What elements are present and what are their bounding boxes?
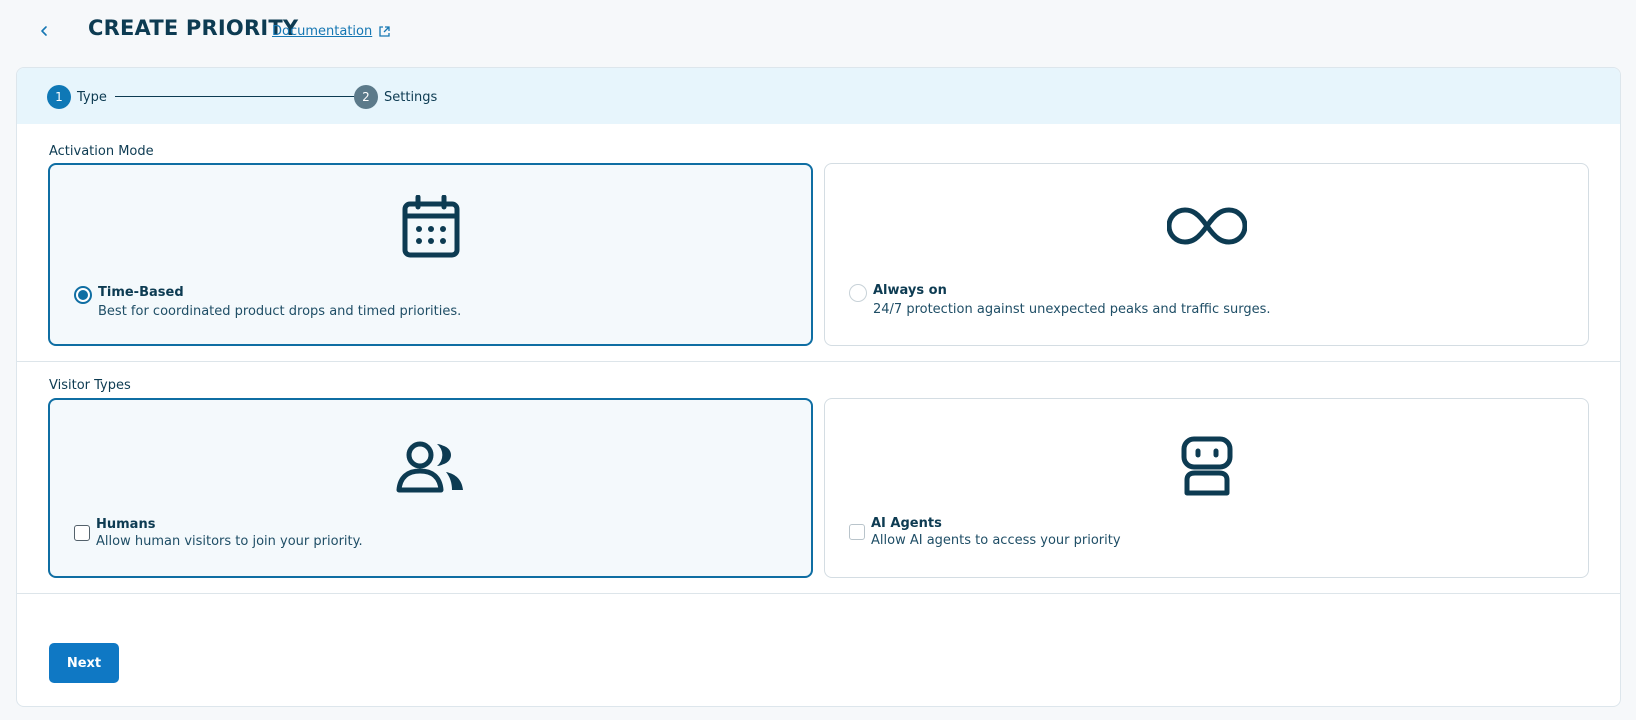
option-row: Humans Allow human visitors to join your…	[74, 517, 363, 549]
stepper: 1 Type 2 Settings	[17, 68, 1620, 124]
option-row: AI Agents Allow AI agents to access your…	[849, 516, 1121, 548]
page-title: CREATE PRIORITY	[88, 16, 299, 40]
chevron-left-icon	[41, 26, 47, 36]
option-row: Time-Based Best for coordinated product …	[74, 285, 461, 319]
activation-mode-label: Activation Mode	[49, 144, 154, 159]
option-title: Time-Based	[98, 285, 184, 300]
step-label: Settings	[384, 89, 438, 105]
visitor-types-label: Visitor Types	[49, 378, 131, 393]
robot-icon	[1181, 436, 1232, 496]
main-card: 1 Type 2 Settings Activation Mode Time-B…	[16, 67, 1621, 707]
time-based-radio[interactable]	[74, 286, 92, 304]
option-always-on[interactable]: Always on 24/7 protection against unexpe…	[824, 163, 1589, 346]
next-button[interactable]: Next	[49, 643, 119, 683]
option-title: AI Agents	[871, 516, 942, 531]
infinity-icon	[1166, 207, 1247, 245]
always-on-radio[interactable]	[849, 284, 867, 302]
option-description: 24/7 protection against unexpected peaks…	[873, 302, 1271, 317]
documentation-link-label: Documentation	[272, 24, 373, 39]
option-text: Time-Based Best for coordinated product …	[98, 285, 461, 319]
section-divider	[17, 361, 1620, 362]
step-number: 1	[47, 85, 71, 109]
option-description: Allow human visitors to join your priori…	[96, 534, 363, 549]
users-icon	[396, 441, 463, 493]
option-text: AI Agents Allow AI agents to access your…	[871, 516, 1121, 548]
step-label: Type	[77, 89, 107, 105]
humans-checkbox[interactable]	[74, 525, 90, 541]
option-title: Humans	[96, 517, 156, 532]
option-description: Best for coordinated product drops and t…	[98, 304, 462, 319]
section-divider	[17, 593, 1620, 594]
option-title: Always on	[873, 283, 947, 298]
ai-agents-checkbox[interactable]	[849, 524, 865, 540]
option-text: Always on 24/7 protection against unexpe…	[873, 283, 1271, 317]
documentation-link[interactable]: Documentation	[272, 24, 391, 39]
step-settings[interactable]: 2 Settings	[354, 85, 437, 109]
calendar-icon	[402, 195, 459, 258]
step-connector	[115, 96, 361, 97]
option-humans[interactable]: Humans Allow human visitors to join your…	[48, 398, 813, 578]
external-link-icon	[379, 26, 390, 37]
page-header: CREATE PRIORITY Documentation	[0, 0, 1636, 64]
step-number: 2	[354, 85, 378, 109]
step-type[interactable]: 1 Type	[47, 85, 107, 109]
option-row: Always on 24/7 protection against unexpe…	[849, 283, 1271, 317]
option-text: Humans Allow human visitors to join your…	[96, 517, 363, 549]
option-ai-agents[interactable]: AI Agents Allow AI agents to access your…	[824, 398, 1589, 578]
back-button[interactable]	[36, 20, 52, 42]
option-description: Allow AI agents to access your priority	[871, 533, 1121, 548]
option-time-based[interactable]: Time-Based Best for coordinated product …	[48, 163, 813, 346]
